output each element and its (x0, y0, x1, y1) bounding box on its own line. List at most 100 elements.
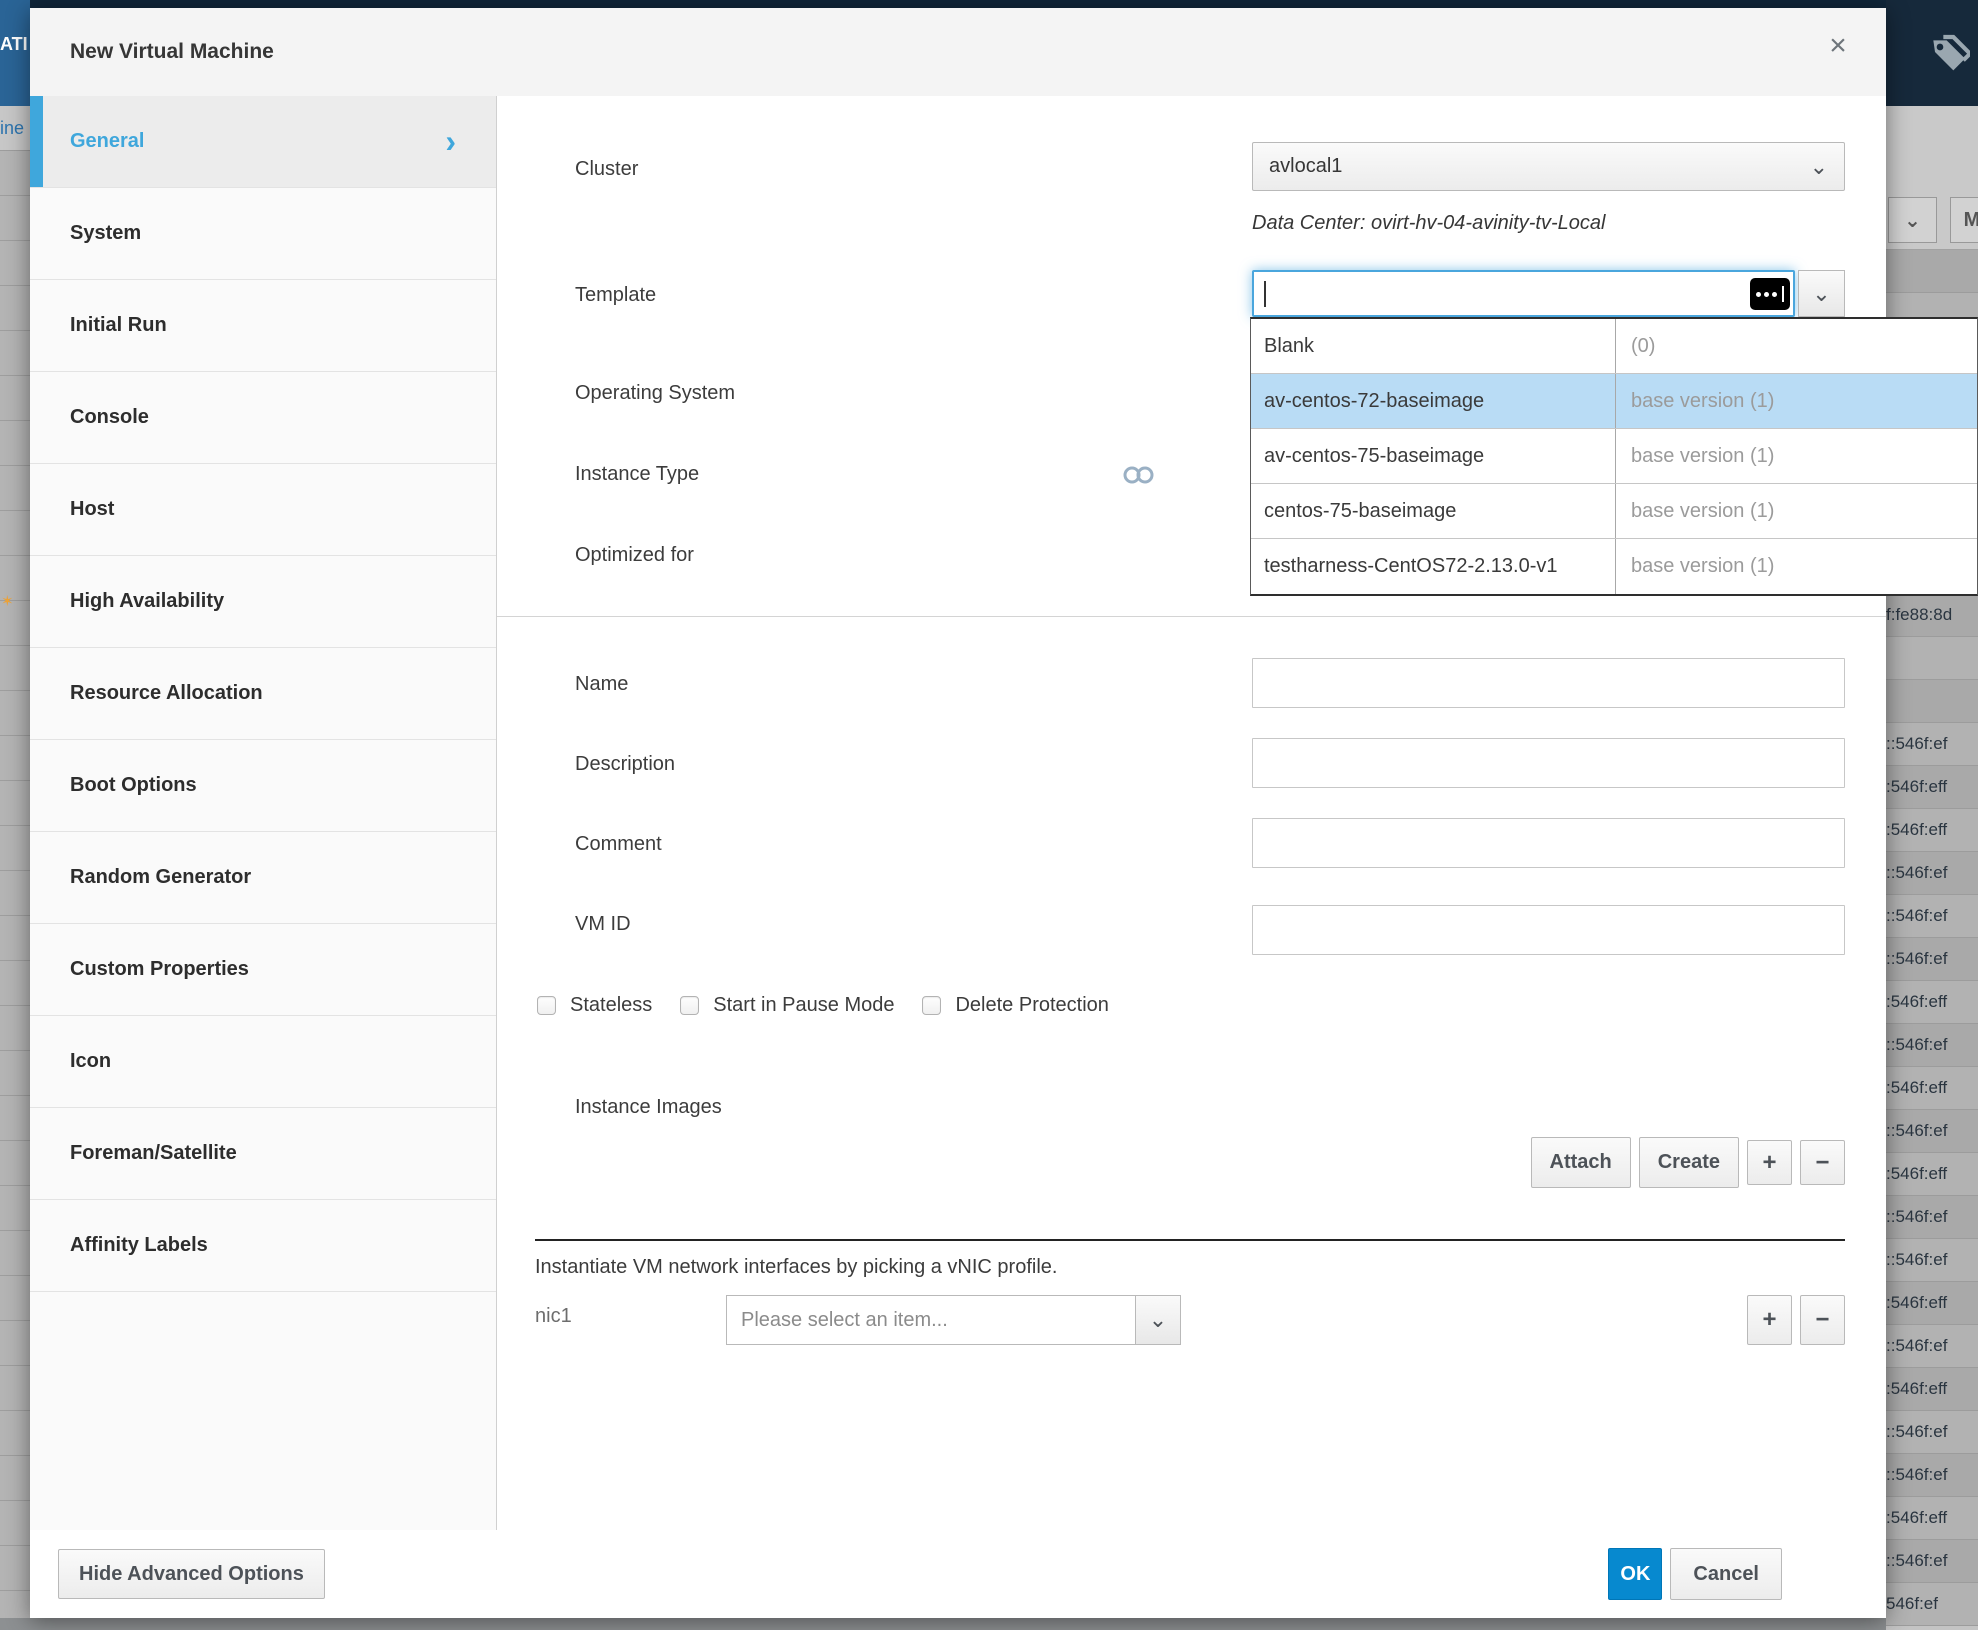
background-table-row: :546f:eff (1886, 1282, 1978, 1325)
sidebar-item[interactable]: Host › (30, 464, 496, 556)
checkbox-label: Delete Protection (955, 994, 1108, 1017)
input-badge-icon (1750, 278, 1790, 310)
sidebar-item[interactable]: General › (30, 96, 496, 188)
checkbox[interactable] (537, 996, 556, 1015)
background-left-strip: ATI ine ✶ (0, 0, 30, 1630)
template-option-row[interactable]: centos-75-baseimage base version (1) (1251, 484, 1977, 539)
sidebar-item[interactable]: Icon › (30, 1016, 496, 1108)
remove-disk-button[interactable]: − (1800, 1140, 1845, 1185)
sidebar-item[interactable]: Custom Properties › (30, 924, 496, 1016)
template-option-row[interactable]: testharness-CentOS72-2.13.0-v1 base vers… (1251, 539, 1977, 594)
vnic-profile-placeholder: Please select an item... (727, 1296, 1135, 1344)
dialog-title: New Virtual Machine (70, 40, 274, 64)
cluster-select[interactable]: avlocal1 ⌄ (1252, 142, 1845, 191)
template-option-row[interactable]: Blank (0) (1251, 319, 1977, 374)
template-option-name: centos-75-baseimage (1251, 484, 1616, 538)
template-option-name: testharness-CentOS72-2.13.0-v1 (1251, 539, 1616, 594)
sidebar-item[interactable]: High Availability › (30, 556, 496, 648)
add-nic-button[interactable]: + (1747, 1295, 1792, 1345)
template-option-version: (0) (1616, 335, 1655, 358)
cancel-button[interactable]: Cancel (1670, 1548, 1782, 1600)
background-masthead (0, 0, 1978, 8)
sidebar-item[interactable]: Random Generator › (30, 832, 496, 924)
sidebar-item-label: Console (70, 406, 149, 429)
background-table-row: ::546f:ef (1886, 1239, 1978, 1282)
checkbox-group[interactable]: Stateless (537, 994, 652, 1017)
status-flag-icon: ✶ (1, 592, 14, 610)
text-caret (1264, 281, 1266, 307)
background-table-row: ::546f:ef (1886, 1196, 1978, 1239)
close-icon[interactable]: × (1818, 26, 1858, 66)
template-option-name: Blank (1251, 319, 1616, 373)
template-dropdown-popup: Blank (0) av-centos-72-baseimage base ve… (1250, 317, 1978, 596)
cluster-select-value: avlocal1 (1269, 155, 1342, 178)
checkbox-group[interactable]: Delete Protection (922, 994, 1108, 1017)
data-center-note: Data Center: ovirt-hv-04-avinity-tv-Loca… (1252, 212, 1605, 235)
template-option-row[interactable]: av-centos-72-baseimage base version (1) (1251, 374, 1977, 429)
background-table-row: :546f:eff (1886, 809, 1978, 852)
background-table-row: ine (0, 106, 30, 151)
attach-button[interactable]: Attach (1531, 1137, 1631, 1188)
sidebar-item-label: Resource Allocation (70, 682, 263, 705)
sidebar-item-label: General (70, 130, 144, 153)
name-label: Name (575, 669, 628, 699)
create-button[interactable]: Create (1639, 1137, 1739, 1188)
background-vm-link: ine (0, 118, 24, 138)
background-table-row: :546f:eff (1886, 766, 1978, 809)
background-masthead-corner (1886, 0, 1978, 106)
sidebar-item[interactable]: Foreman/Satellite › (30, 1108, 496, 1200)
sidebar-item-label: Custom Properties (70, 958, 249, 981)
sidebar-item[interactable]: Affinity Labels › (30, 1200, 496, 1292)
sidebar-item-label: Foreman/Satellite (70, 1142, 237, 1165)
checkbox-group[interactable]: Start in Pause Mode (680, 994, 894, 1017)
section-divider (497, 616, 1886, 617)
sidebar-item[interactable]: System › (30, 188, 496, 280)
checkbox-row: Stateless Start in Pause Mode Delete Pro… (537, 994, 1123, 1017)
sidebar-item-label: Initial Run (70, 314, 167, 337)
template-option-version: base version (1) (1616, 390, 1774, 413)
sidebar-item[interactable]: Boot Options › (30, 740, 496, 832)
chevron-down-icon: ⌄ (1135, 1296, 1180, 1344)
background-table-row: ::546f:ef (1886, 1325, 1978, 1368)
screen: ATI ine ✶ ⌄ M (0, 0, 1978, 1630)
add-disk-button[interactable]: + (1747, 1140, 1792, 1185)
background-table-row: f:fe88:8d (1886, 594, 1978, 637)
template-dropdown-button[interactable]: ⌄ (1798, 270, 1845, 317)
sidebar-item[interactable]: Resource Allocation › (30, 648, 496, 740)
template-input[interactable] (1252, 270, 1795, 317)
background-table-row: ::546f:ef (1886, 1411, 1978, 1454)
sidebar-item-label: Random Generator (70, 866, 251, 889)
comment-input[interactable] (1252, 818, 1845, 868)
background-table-row: :546f:eff (1886, 981, 1978, 1024)
sidebar-item[interactable]: Console › (30, 372, 496, 464)
dialog-header: New Virtual Machine × (30, 8, 1886, 96)
background-table-row (1886, 680, 1978, 723)
new-vm-dialog: New Virtual Machine × General › System › (30, 8, 1886, 1618)
description-input[interactable] (1252, 738, 1845, 788)
chevron-down-icon: ⌄ (1904, 208, 1921, 233)
vm-id-input[interactable] (1252, 905, 1845, 955)
nic-buttons: + − (1747, 1295, 1845, 1345)
instance-images-label: Instance Images (575, 1092, 722, 1122)
background-table-row: ::546f:ef (1886, 852, 1978, 895)
checkbox[interactable] (922, 996, 941, 1015)
remove-nic-button[interactable]: − (1800, 1295, 1845, 1345)
checkbox-label: Stateless (570, 994, 652, 1017)
vnic-profile-select[interactable]: Please select an item... ⌄ (726, 1295, 1181, 1345)
hide-advanced-options-button[interactable]: Hide Advanced Options (58, 1549, 325, 1599)
vnic-section-divider (535, 1239, 1845, 1241)
background-table-row: ::546f:ef (1886, 1110, 1978, 1153)
template-option-row[interactable]: av-centos-75-baseimage base version (1) (1251, 429, 1977, 484)
sidebar-item-label: Affinity Labels (70, 1234, 208, 1257)
template-option-name: av-centos-75-baseimage (1251, 429, 1616, 483)
background-table-row: 546f:ef (1886, 1583, 1978, 1626)
instance-images-buttons: Attach Create + − (1531, 1137, 1846, 1188)
chevron-down-icon: ⌄ (1812, 281, 1830, 307)
ok-button[interactable]: OK (1608, 1548, 1662, 1600)
checkbox[interactable] (680, 996, 699, 1015)
chevron-down-icon: ⌄ (1810, 162, 1828, 172)
background-table-row: :546f:eff (1886, 1368, 1978, 1411)
sidebar-item[interactable]: Initial Run › (30, 280, 496, 372)
name-input[interactable] (1252, 658, 1845, 708)
operating-system-label: Operating System (575, 378, 735, 408)
